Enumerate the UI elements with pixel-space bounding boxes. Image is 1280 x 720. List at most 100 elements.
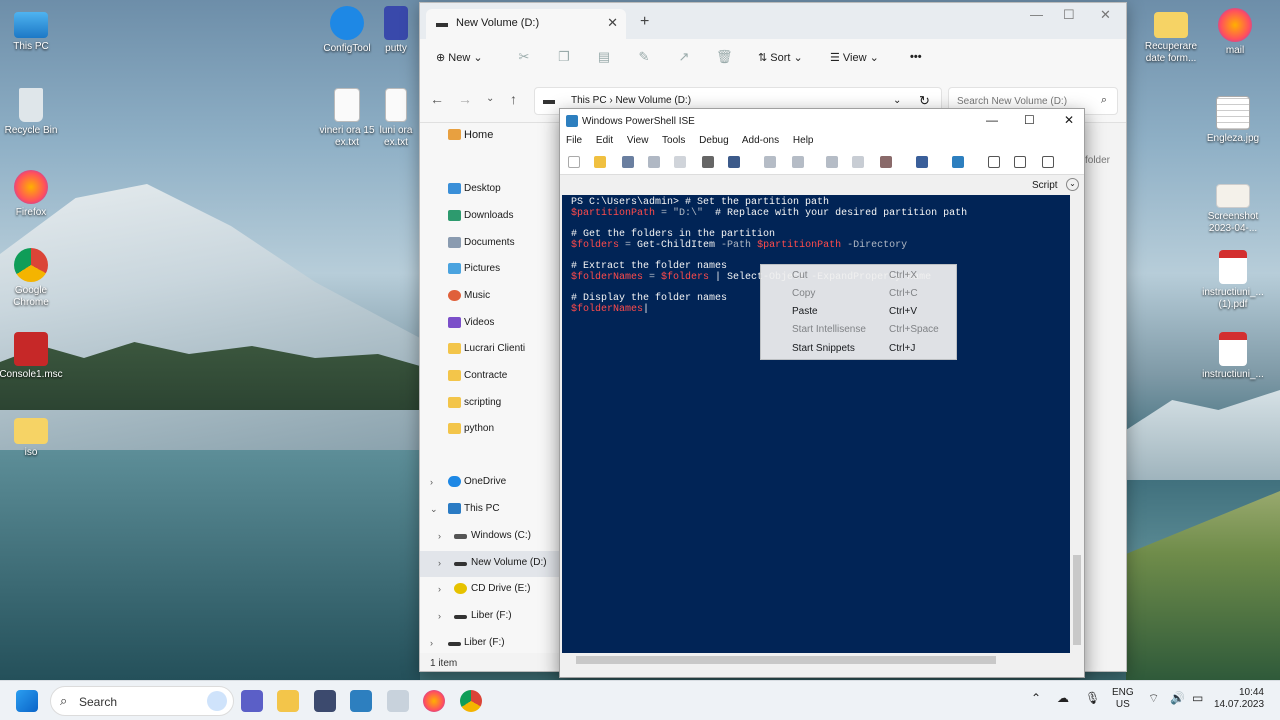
breadcrumb-this-pc[interactable]: This PC — [571, 95, 607, 106]
menu-item-cut[interactable]: Cut Ctrl+X — [761, 267, 956, 285]
chevron-down-icon[interactable]: ⌄ — [430, 504, 438, 515]
sidebar-item-videos[interactable]: Videos — [420, 311, 560, 337]
sidebar-item-pictures[interactable]: Pictures — [420, 257, 560, 283]
close-window-icon[interactable]: ✕ — [1100, 7, 1111, 23]
scroll-thumb[interactable] — [1073, 555, 1081, 645]
menu-item-paste[interactable]: Paste Ctrl+V — [761, 303, 956, 321]
chevron-down-icon[interactable]: ⌄ — [1066, 178, 1079, 191]
back-icon[interactable]: ← — [430, 91, 444, 107]
sidebar-item-drive-f-2[interactable]: › Liber (F:) — [420, 631, 560, 657]
microphone-icon[interactable]: 🎙 — [1085, 691, 1100, 705]
explorer-tab[interactable]: New Volume (D:) ✕ — [426, 9, 626, 39]
chevron-right-icon[interactable]: › — [438, 611, 441, 621]
desktop-icon-pdf-2[interactable]: instructiuni_... — [1198, 332, 1268, 381]
desktop-icon-engleza[interactable]: Engleza.jpg — [1198, 96, 1268, 145]
file-explorer-icon[interactable] — [277, 690, 299, 712]
rename-icon[interactable]: ✎ — [636, 49, 652, 65]
clock[interactable]: 10:44 14.07.2023 — [1214, 687, 1264, 711]
paste-icon[interactable]: ▤ — [596, 49, 612, 65]
new-button[interactable]: ⊕ New ⌄ — [436, 51, 483, 64]
horizontal-scrollbar[interactable] — [562, 653, 1070, 667]
desktop-icon-screenshot[interactable]: Screenshot 2023-04-... — [1198, 178, 1268, 235]
breadcrumb-new-volume[interactable]: New Volume (D:) — [615, 95, 691, 106]
menu-tools[interactable]: Tools — [662, 135, 685, 146]
sidebar-item-music[interactable]: Music — [420, 284, 560, 310]
new-file-icon[interactable] — [568, 156, 580, 168]
desktop-icon-mail[interactable]: mail — [1200, 8, 1270, 57]
chevron-right-icon[interactable]: › — [438, 584, 441, 594]
copy-icon[interactable] — [674, 156, 686, 168]
start-icon[interactable] — [16, 690, 38, 712]
save-icon[interactable] — [622, 156, 634, 168]
menu-item-start-snippets[interactable]: Start Snippets Ctrl+J — [761, 340, 956, 358]
menu-item-copy[interactable]: Copy Ctrl+C — [761, 285, 956, 303]
sidebar-item-drive-c[interactable]: › Windows (C:) — [420, 524, 560, 550]
teams-icon[interactable] — [241, 690, 263, 712]
chevron-down-icon[interactable]: ⌄ — [893, 95, 901, 106]
recent-locations-icon[interactable]: ⌄ — [486, 93, 494, 104]
powershell-ise-window[interactable]: Windows PowerShell ISE — ☐ ✕ File Edit V… — [559, 108, 1085, 678]
sidebar-item-lucrari-clienti[interactable]: Lucrari Clienti — [420, 337, 560, 363]
chevron-right-icon[interactable]: › — [438, 531, 441, 541]
sidebar-item-desktop[interactable]: Desktop — [420, 177, 560, 203]
menu-view[interactable]: View — [627, 135, 649, 146]
sidebar-item-home[interactable]: Home — [420, 123, 560, 149]
snipping-tool-icon[interactable] — [387, 690, 409, 712]
minimize-icon[interactable]: — — [1030, 7, 1043, 22]
layout-right-icon[interactable] — [1014, 156, 1026, 168]
powershell-console-icon[interactable] — [952, 156, 964, 168]
open-folder-icon[interactable] — [594, 156, 606, 168]
delete-icon[interactable]: 🗑 — [716, 49, 733, 65]
sidebar-item-scripting[interactable]: scripting — [420, 391, 560, 417]
menu-debug[interactable]: Debug — [699, 135, 728, 146]
chrome-icon[interactable] — [460, 690, 482, 712]
sidebar-item-drive-d[interactable]: › New Volume (D:) — [420, 551, 560, 577]
layout-max-icon[interactable] — [1042, 156, 1054, 168]
volume-icon[interactable]: 🔊 — [1170, 691, 1185, 705]
share-icon[interactable]: ↗ — [676, 49, 692, 65]
wifi-icon[interactable]: ⌔ — [1148, 691, 1159, 706]
chevron-right-icon[interactable]: › — [438, 558, 441, 568]
cut-icon[interactable] — [648, 156, 660, 168]
undo-icon[interactable] — [764, 156, 776, 168]
taskbar-search[interactable]: ⌕ Search — [50, 686, 234, 716]
menu-addons[interactable]: Add-ons — [742, 135, 779, 146]
desktop-icon-iso[interactable]: iso — [0, 414, 66, 459]
language-indicator[interactable]: ENG US — [1112, 687, 1134, 711]
desktop-icon-chrome[interactable]: Google Chrome — [0, 248, 66, 309]
stop-icon[interactable] — [880, 156, 892, 168]
desktop-icon-recuperare[interactable]: Recuperare date form... — [1136, 8, 1206, 65]
vertical-scrollbar[interactable] — [1070, 195, 1084, 653]
cut-icon[interactable]: ✂ — [516, 49, 532, 65]
sidebar-item-drive-f[interactable]: › Liber (F:) — [420, 604, 560, 630]
menu-item-start-intellisense[interactable]: Start Intellisense Ctrl+Space — [761, 321, 956, 339]
clear-console-icon[interactable] — [728, 156, 740, 168]
chevron-right-icon[interactable]: › — [430, 477, 433, 487]
sidebar-item-contracte[interactable]: Contracte — [420, 364, 560, 390]
menu-file[interactable]: File — [566, 135, 582, 146]
new-tab-icon[interactable]: + — [640, 13, 649, 31]
powershell-ise-icon[interactable] — [350, 690, 372, 712]
sidebar-item-onedrive[interactable]: › OneDrive — [420, 470, 560, 496]
forward-icon[interactable]: → — [458, 91, 472, 107]
firefox-icon[interactable] — [423, 690, 445, 712]
minimize-icon[interactable]: — — [986, 113, 998, 127]
sidebar-item-this-pc[interactable]: ⌄ This PC — [420, 497, 560, 523]
chevron-right-icon[interactable]: › — [430, 638, 433, 648]
battery-icon[interactable]: ▭ — [1192, 691, 1203, 705]
sidebar-item-drive-e[interactable]: › CD Drive (E:) — [420, 577, 560, 603]
scroll-thumb[interactable] — [576, 656, 996, 664]
chevron-up-icon[interactable]: ⌃ — [1031, 691, 1041, 705]
sort-button[interactable]: ⇅ Sort ⌄ — [758, 51, 803, 64]
run-selection-icon[interactable] — [852, 156, 864, 168]
close-tab-icon[interactable]: ✕ — [607, 15, 618, 31]
redo-icon[interactable] — [792, 156, 804, 168]
desktop-icon-txt-luni[interactable]: luni ora ex.txt — [372, 88, 420, 149]
more-options-button[interactable]: ••• — [910, 51, 922, 63]
refresh-icon[interactable]: ↻ — [919, 93, 930, 109]
desktop-icon-pdf-1[interactable]: instructiuni_... (1).pdf — [1198, 250, 1268, 311]
sidebar-item-documents[interactable]: Documents — [420, 231, 560, 257]
show-script-pane-label[interactable]: Script — [1032, 180, 1058, 191]
app-icon[interactable] — [314, 690, 336, 712]
up-icon[interactable]: ↑ — [510, 91, 517, 107]
